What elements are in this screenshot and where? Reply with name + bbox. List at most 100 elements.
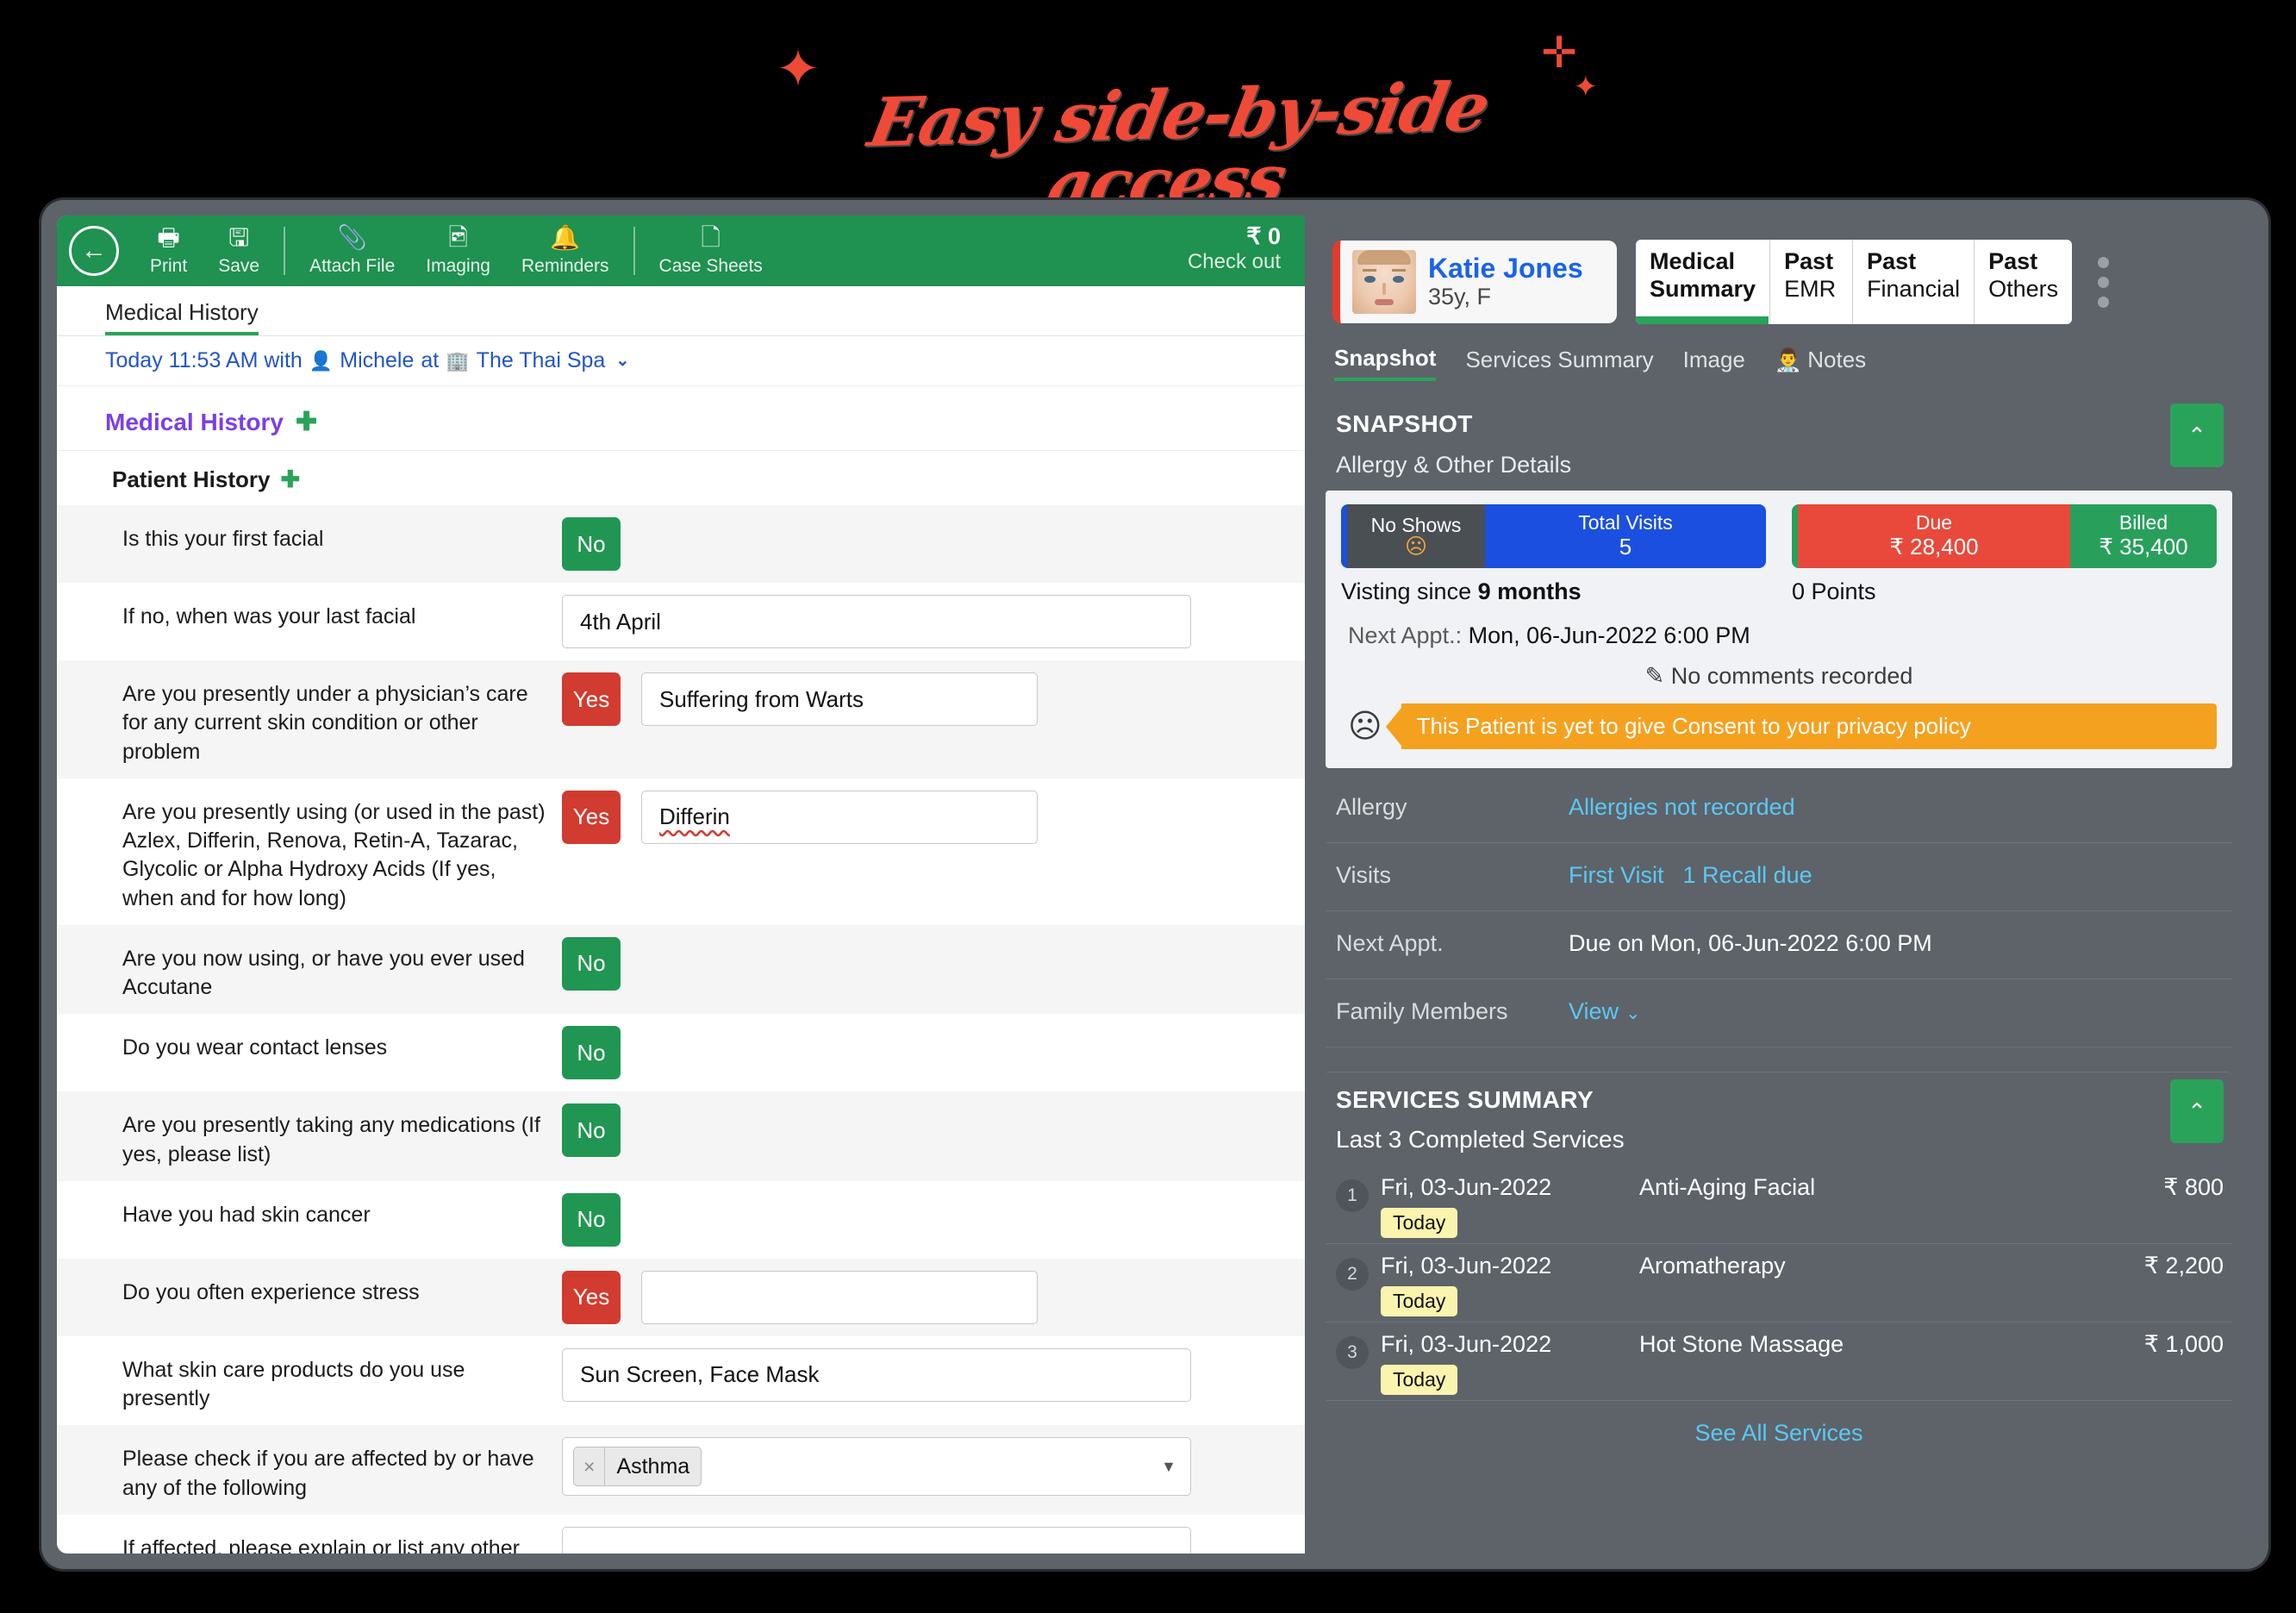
answer-toggle-no[interactable]: No [562,1026,621,1080]
billed-value: ₹ 35,400 [2099,534,2188,560]
subtab-snapshot[interactable]: Snapshot [1334,345,1437,381]
question-controls: No [562,1103,1305,1158]
toolbar-save-button[interactable]: 🖫 Save [203,225,275,276]
tab-medical-summary-line1: Medical [1650,248,1736,274]
subtab-image[interactable]: Image [1683,347,1745,379]
chevron-down-icon[interactable]: ▼ [1161,1458,1176,1476]
toolbar-divider-2 [633,227,635,275]
back-button[interactable]: ← [69,226,119,276]
question-row: Are you presently under a physician’s ca… [57,660,1305,778]
subtab-notes[interactable]: 👨‍⚕ Notes [1775,347,1866,379]
question-label: Are you presently using (or used in the … [122,799,546,910]
snapshot-detail-value[interactable]: View ⌄ [1569,998,1641,1025]
multiselect-input[interactable]: × Asthma ▼ [562,1437,1191,1497]
more-options-icon[interactable] [2098,256,2110,308]
visit-selector[interactable]: Today 11:53 AM with 👤 Michele at 🏢 The T… [57,336,1305,386]
patient-summary-pane: Katie Jones 35y, F Medical Summary Past … [1305,216,2253,1554]
visiting-since-prefix: Visting since [1341,578,1478,604]
checkout-button[interactable]: ₹ 0 Check out [1188,222,1281,275]
service-date-col: Fri, 03-Jun-2022 Today [1381,1331,1639,1395]
toolbar-imaging-button[interactable]: 🖻 Imaging [410,225,506,276]
service-row[interactable]: 1 Fri, 03-Jun-2022 Today Anti-Aging Facial ₹… [1326,1166,2232,1244]
subtab-services-summary[interactable]: Services Summary [1465,347,1653,379]
toolbar-print-label: Print [150,256,188,277]
due-value: ₹ 28,400 [1889,534,1979,560]
toolbar-case-sheets-button[interactable]: 🗋 Case Sheets [644,225,778,276]
due-label: Due [1915,510,1953,534]
add-icon[interactable]: ✚ [296,410,317,435]
chevron-down-icon[interactable]: ⌄ [1625,1003,1641,1023]
question-row: Please check if you are affected by or h… [57,1425,1305,1515]
question-textarea[interactable] [562,1526,1191,1554]
pencil-icon: ✎ [1644,663,1665,689]
services-collapse-button[interactable]: ⌃ [2170,1079,2224,1143]
toolbar-case-sheets-label: Case Sheets [658,256,763,277]
services-subtitle: Last 3 Completed Services [1336,1126,1625,1153]
snapshot-detail-value[interactable]: First Visit 1 Recall due [1569,862,1812,889]
question-text-input[interactable] [641,1270,1038,1324]
image-file-icon: 🖻 [448,224,468,252]
answer-toggle-no[interactable]: No [562,936,621,991]
tab-medical-history[interactable]: Medical History [105,299,259,335]
service-index: 3 [1336,1336,1369,1369]
see-all-services-link[interactable]: See All Services [1326,1401,2232,1447]
toolbar-reminders-button[interactable]: 🔔 Reminders [506,225,625,276]
under-stats-row: Visting since 9 months 0 Points [1341,578,2217,605]
toolbar-print-button[interactable]: 🖶 Print [134,225,203,276]
question-row: Do you often experience stress Yes [57,1258,1305,1336]
patient-name: Katie Jones [1428,252,1583,284]
question-label: If affected, please explain or list any … [122,1535,520,1554]
tab-past-financial[interactable]: Past Financial [1853,240,1975,324]
answer-toggle-yes[interactable]: Yes [562,790,621,844]
question-text-input[interactable]: Differin [641,790,1038,844]
question-controls: 4th April [562,595,1305,648]
answer-toggle-no[interactable]: No [562,1103,621,1158]
question-text-input[interactable]: Sun Screen, Face Mask [562,1347,1191,1402]
answer-toggle-yes[interactable]: Yes [562,1270,621,1324]
summary-subtabs: Snapshot Services Summary Image 👨‍⚕ Notes [1326,329,2232,381]
checkout-label: Check out [1187,250,1281,274]
chevron-down-icon[interactable]: ⌄ [615,351,629,371]
snapshot-detail-rows: Allergy Allergies not recorded Visits First… [1326,768,2232,1053]
snapshot-detail-value-secondary[interactable]: 1 Recall due [1683,862,1812,888]
service-amount: ₹ 1,000 [2143,1331,2224,1357]
toolbar-reminders-label: Reminders [521,256,609,277]
question-label: Have you had skin cancer [122,1202,371,1227]
service-row[interactable]: 2 Fri, 03-Jun-2022 Today Aromatherapy ₹ 2,20… [1326,1244,2232,1322]
snapshot-detail-key: Family Members [1336,997,1508,1024]
consent-text: This Patient is yet to give Consent to y… [1401,703,2217,749]
toolbar-attach-file-button[interactable]: 📎 Attach File [294,225,410,276]
service-details: Fri, 03-Jun-2022 Today Aromatherapy ₹ 2,200 [1369,1253,2224,1316]
snapshot-panel: SNAPSHOT ⌃ Allergy & Other Details No Sh… [1326,397,2232,1053]
question-text-input[interactable]: 4th April [562,595,1191,648]
toolbar-save-label: Save [218,256,260,277]
snapshot-collapse-button[interactable]: ⌃ [2170,403,2224,467]
no-comments-row[interactable]: ✎ No comments recorded [1341,663,2217,690]
next-appt-inline: Next Appt.: Mon, 06-Jun-2022 6:00 PM [1341,622,2217,649]
today-badge: Today [1381,1365,1458,1395]
sad-face-icon: ☹ [1404,535,1428,560]
question-controls: No [562,517,1305,571]
add-icon-2[interactable]: ✚ [281,468,301,491]
question-row: If no, when was your last facial 4th Apri… [57,583,1305,660]
patient-card[interactable]: Katie Jones 35y, F [1332,241,1617,323]
question-label: Do you often experience stress [122,1279,420,1304]
snapshot-detail-value[interactable]: Allergies not recorded [1569,794,1795,821]
next-appt-inline-value: Mon, 06-Jun-2022 6:00 PM [1468,622,1750,648]
chip-remove-icon[interactable]: × [574,1447,606,1486]
tab-past-emr[interactable]: Past EMR [1770,240,1854,324]
answer-toggle-yes[interactable]: Yes [562,672,621,726]
tab-past-others[interactable]: Past Others [1975,240,2072,324]
question-text-input[interactable]: Suffering from Warts [641,672,1038,726]
sparkle-icon-2: ✛ [1541,28,1577,77]
screenshot-stage: ✦ ✛ ✦ Easy side-by-side access ← 🖶 Print… [0,0,2296,1613]
service-row[interactable]: 3 Fri, 03-Jun-2022 Today Hot Stone Massage ₹… [1326,1322,2232,1401]
today-badge: Today [1381,1286,1458,1316]
tab-medical-summary[interactable]: Medical Summary [1636,240,1771,324]
answer-toggle-no[interactable]: No [562,1192,621,1247]
question-label: Are you presently under a physician’s ca… [122,682,528,764]
answer-toggle-no[interactable]: No [562,517,621,571]
snapshot-detail-row: Visits First Visit 1 Recall due [1326,843,2232,907]
billed-stat: Billed ₹ 35,400 [2070,504,2217,568]
question-row: Are you presently using (or used in the … [57,778,1305,925]
